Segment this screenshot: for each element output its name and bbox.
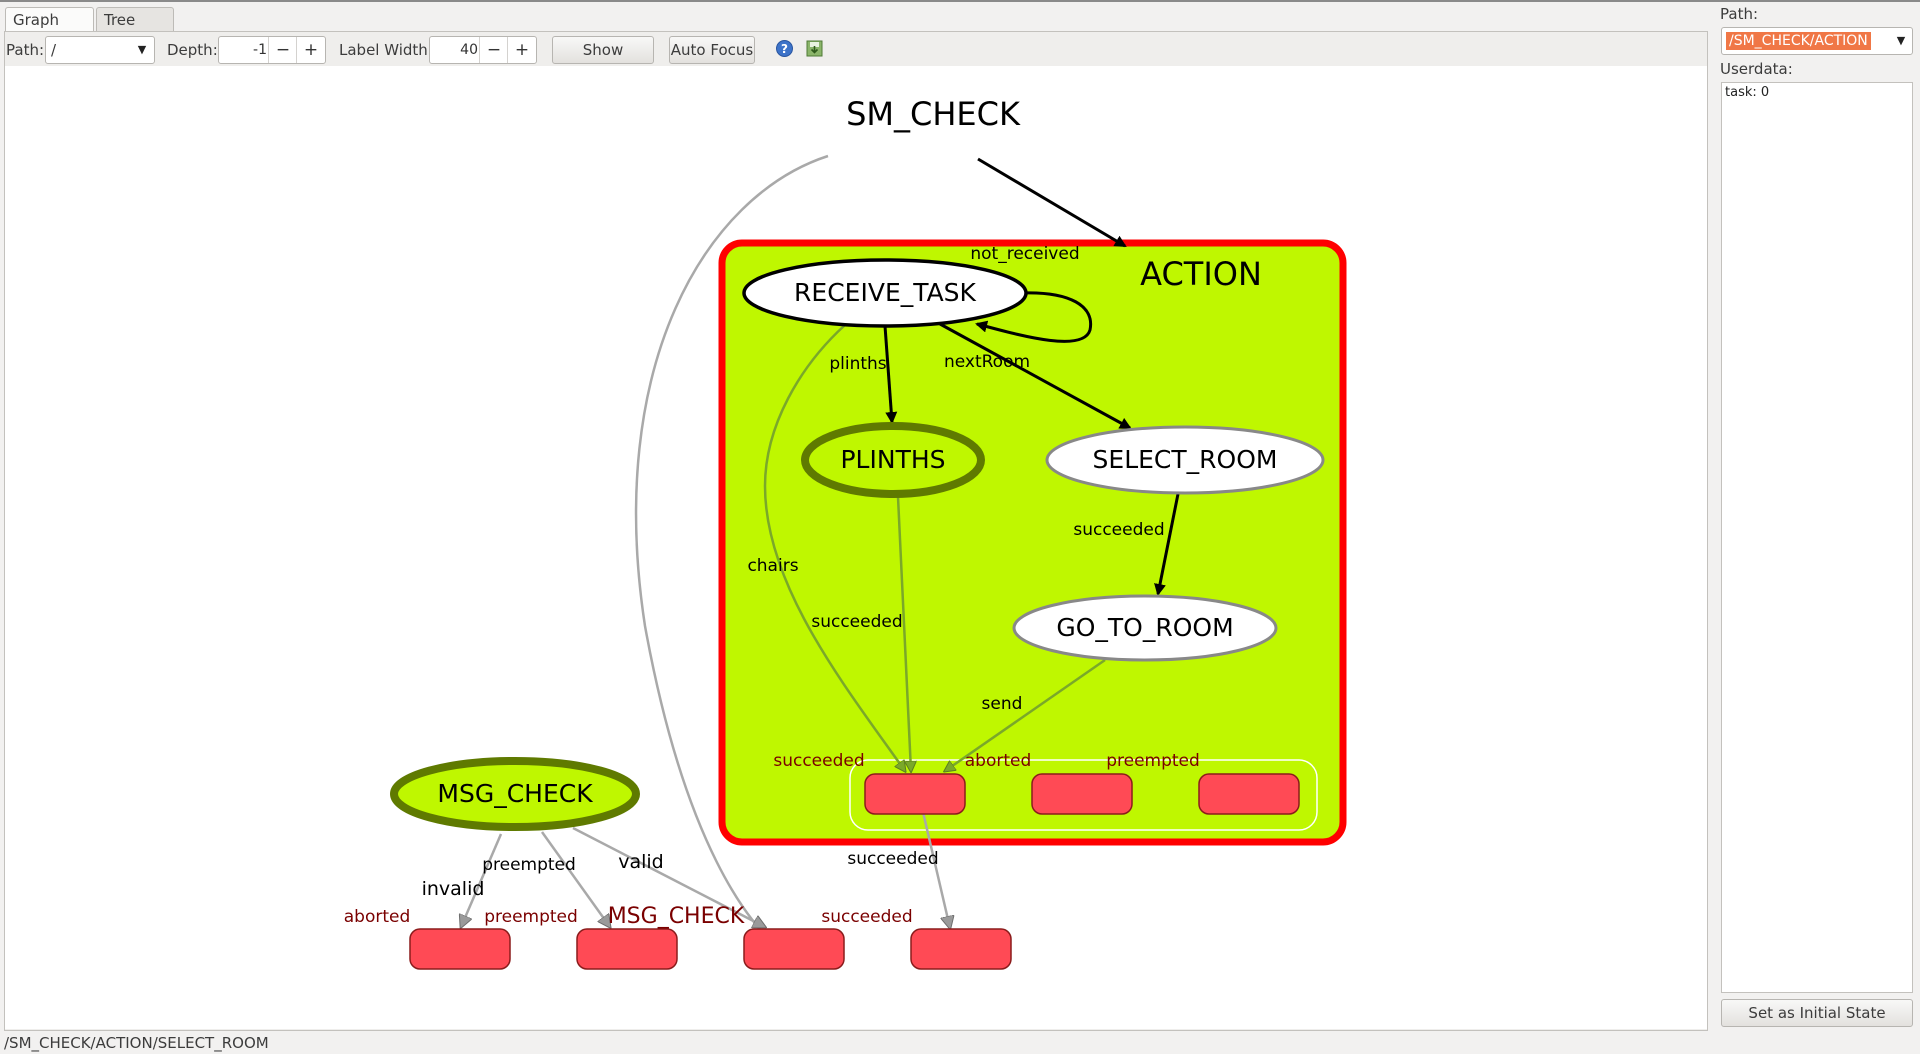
transition-label-next-room: nextRoom <box>944 352 1030 372</box>
save-image-icon[interactable] <box>806 40 823 61</box>
path-value: / <box>51 41 57 59</box>
transition-label-succeeded-select: succeeded <box>1073 520 1164 540</box>
right-panel-path-value[interactable]: /SM_CHECK/ACTION <box>1726 32 1871 50</box>
label-width-decrement-button[interactable]: − <box>479 37 508 63</box>
outcome-label-succeeded: succeeded <box>773 751 864 771</box>
transition-label-not-received: not_received <box>970 244 1079 264</box>
root-outcome-label-msg-check: MSG_CHECK <box>608 904 745 929</box>
chevron-down-icon[interactable]: ▼ <box>130 37 154 63</box>
root-outcome-node-aborted[interactable] <box>409 928 511 970</box>
msg-check-label: MSG_CHECK <box>437 779 593 808</box>
depth-value: -1 <box>253 42 267 58</box>
outcome-node-preempted[interactable] <box>1198 773 1300 815</box>
depth-decrement-button[interactable]: − <box>268 37 297 63</box>
path-combobox[interactable]: / ▼ <box>45 36 155 64</box>
svg-text:?: ? <box>781 42 788 56</box>
edge-sm-check-to-action <box>977 157 1127 248</box>
depth-label: Depth: <box>167 41 218 59</box>
show-implicit-button[interactable]: Show Implicit <box>552 36 654 85</box>
label-width-label: Label Width: <box>339 41 433 59</box>
depth-spinbox[interactable]: -1 − + <box>218 36 326 64</box>
outcome-label-preempted: preempted <box>1106 751 1200 771</box>
set-initial-state-button[interactable]: Set as Initial State <box>1721 999 1913 1027</box>
transition-label-valid: valid <box>618 851 664 873</box>
root-outcome-label-preempted: preempted <box>484 907 578 927</box>
transition-label-plinths: plinths <box>829 354 886 374</box>
userdata-text: task: 0 <box>1725 85 1770 100</box>
transition-label-invalid: invalid <box>422 878 485 900</box>
tab-tree-view[interactable]: Tree View <box>96 7 174 53</box>
path-label: Path: <box>6 41 45 59</box>
transition-label-chairs: chairs <box>747 556 798 576</box>
userdata-textarea[interactable]: task: 0 <box>1721 82 1913 993</box>
window-top-border <box>0 0 1920 2</box>
status-bar: /SM_CHECK/ACTION/SELECT_ROOM <box>4 1034 269 1052</box>
root-outcome-label-succeeded: succeeded <box>821 907 912 927</box>
label-width-spinbox[interactable]: 40 − + <box>429 36 537 64</box>
label-width-increment-button[interactable]: + <box>507 37 536 63</box>
receive-task-label: RECEIVE_TASK <box>794 278 976 307</box>
userdata-label: Userdata: <box>1720 60 1793 78</box>
transition-label-preempted: preempted <box>482 855 576 875</box>
root-label: SM_CHECK <box>846 95 1021 133</box>
graph-canvas[interactable]: SM_CHECK ACTION RECEIVE_TASK PLINTHS SEL… <box>5 66 1707 1029</box>
root-outcome-node-msg-check[interactable] <box>743 928 845 970</box>
tab-graph-view[interactable]: Graph View <box>5 7 94 53</box>
help-icon[interactable]: ? <box>776 40 793 61</box>
action-label: ACTION <box>1140 255 1262 293</box>
chevron-down-icon[interactable]: ▼ <box>1890 28 1912 54</box>
root-outcome-node-preempted[interactable] <box>576 928 678 970</box>
outcome-label-aborted: aborted <box>965 751 1032 771</box>
label-width-value: 40 <box>460 42 478 58</box>
right-panel-path-combobox[interactable]: /SM_CHECK/ACTION ▼ <box>1721 27 1913 55</box>
select-room-label: SELECT_ROOM <box>1093 445 1278 474</box>
go-to-room-label: GO_TO_ROOM <box>1056 613 1233 642</box>
transition-label-succeeded-action: succeeded <box>847 849 938 869</box>
right-panel-path-label: Path: <box>1720 5 1759 23</box>
root-outcome-label-aborted: aborted <box>344 907 411 927</box>
transition-label-succeeded-plinths: succeeded <box>811 612 902 632</box>
auto-focus-button[interactable]: Auto Focus <box>669 36 755 64</box>
outcome-node-aborted[interactable] <box>1031 773 1133 815</box>
depth-increment-button[interactable]: + <box>296 37 325 63</box>
plinths-label: PLINTHS <box>840 445 945 474</box>
root-outcome-node-succeeded[interactable] <box>910 928 1012 970</box>
transition-label-send: send <box>982 694 1023 714</box>
outcome-node-succeeded[interactable] <box>864 773 966 815</box>
